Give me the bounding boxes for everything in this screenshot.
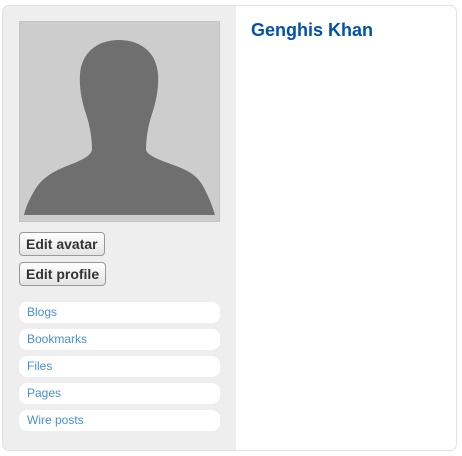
edit-avatar-button[interactable]: Edit avatar [19,232,105,256]
menu-item-wire-posts[interactable]: Wire posts [19,410,220,431]
profile-name: Genghis Khan [251,20,374,40]
menu-item-blogs[interactable]: Blogs [19,302,220,323]
profile-main: Genghis Khan [236,6,456,450]
menu-item-files[interactable]: Files [19,356,220,377]
user-silhouette-icon [24,40,215,215]
profile-sidebar: Edit avatar Edit profile Blogs Bookmarks… [3,6,236,450]
menu-item-bookmarks[interactable]: Bookmarks [19,329,220,350]
avatar [19,21,220,222]
edit-profile-button[interactable]: Edit profile [19,262,107,286]
profile-card: Edit avatar Edit profile Blogs Bookmarks… [2,5,457,451]
owner-block-menu: Blogs Bookmarks Files Pages Wire posts [19,302,220,437]
menu-item-pages[interactable]: Pages [19,383,220,404]
